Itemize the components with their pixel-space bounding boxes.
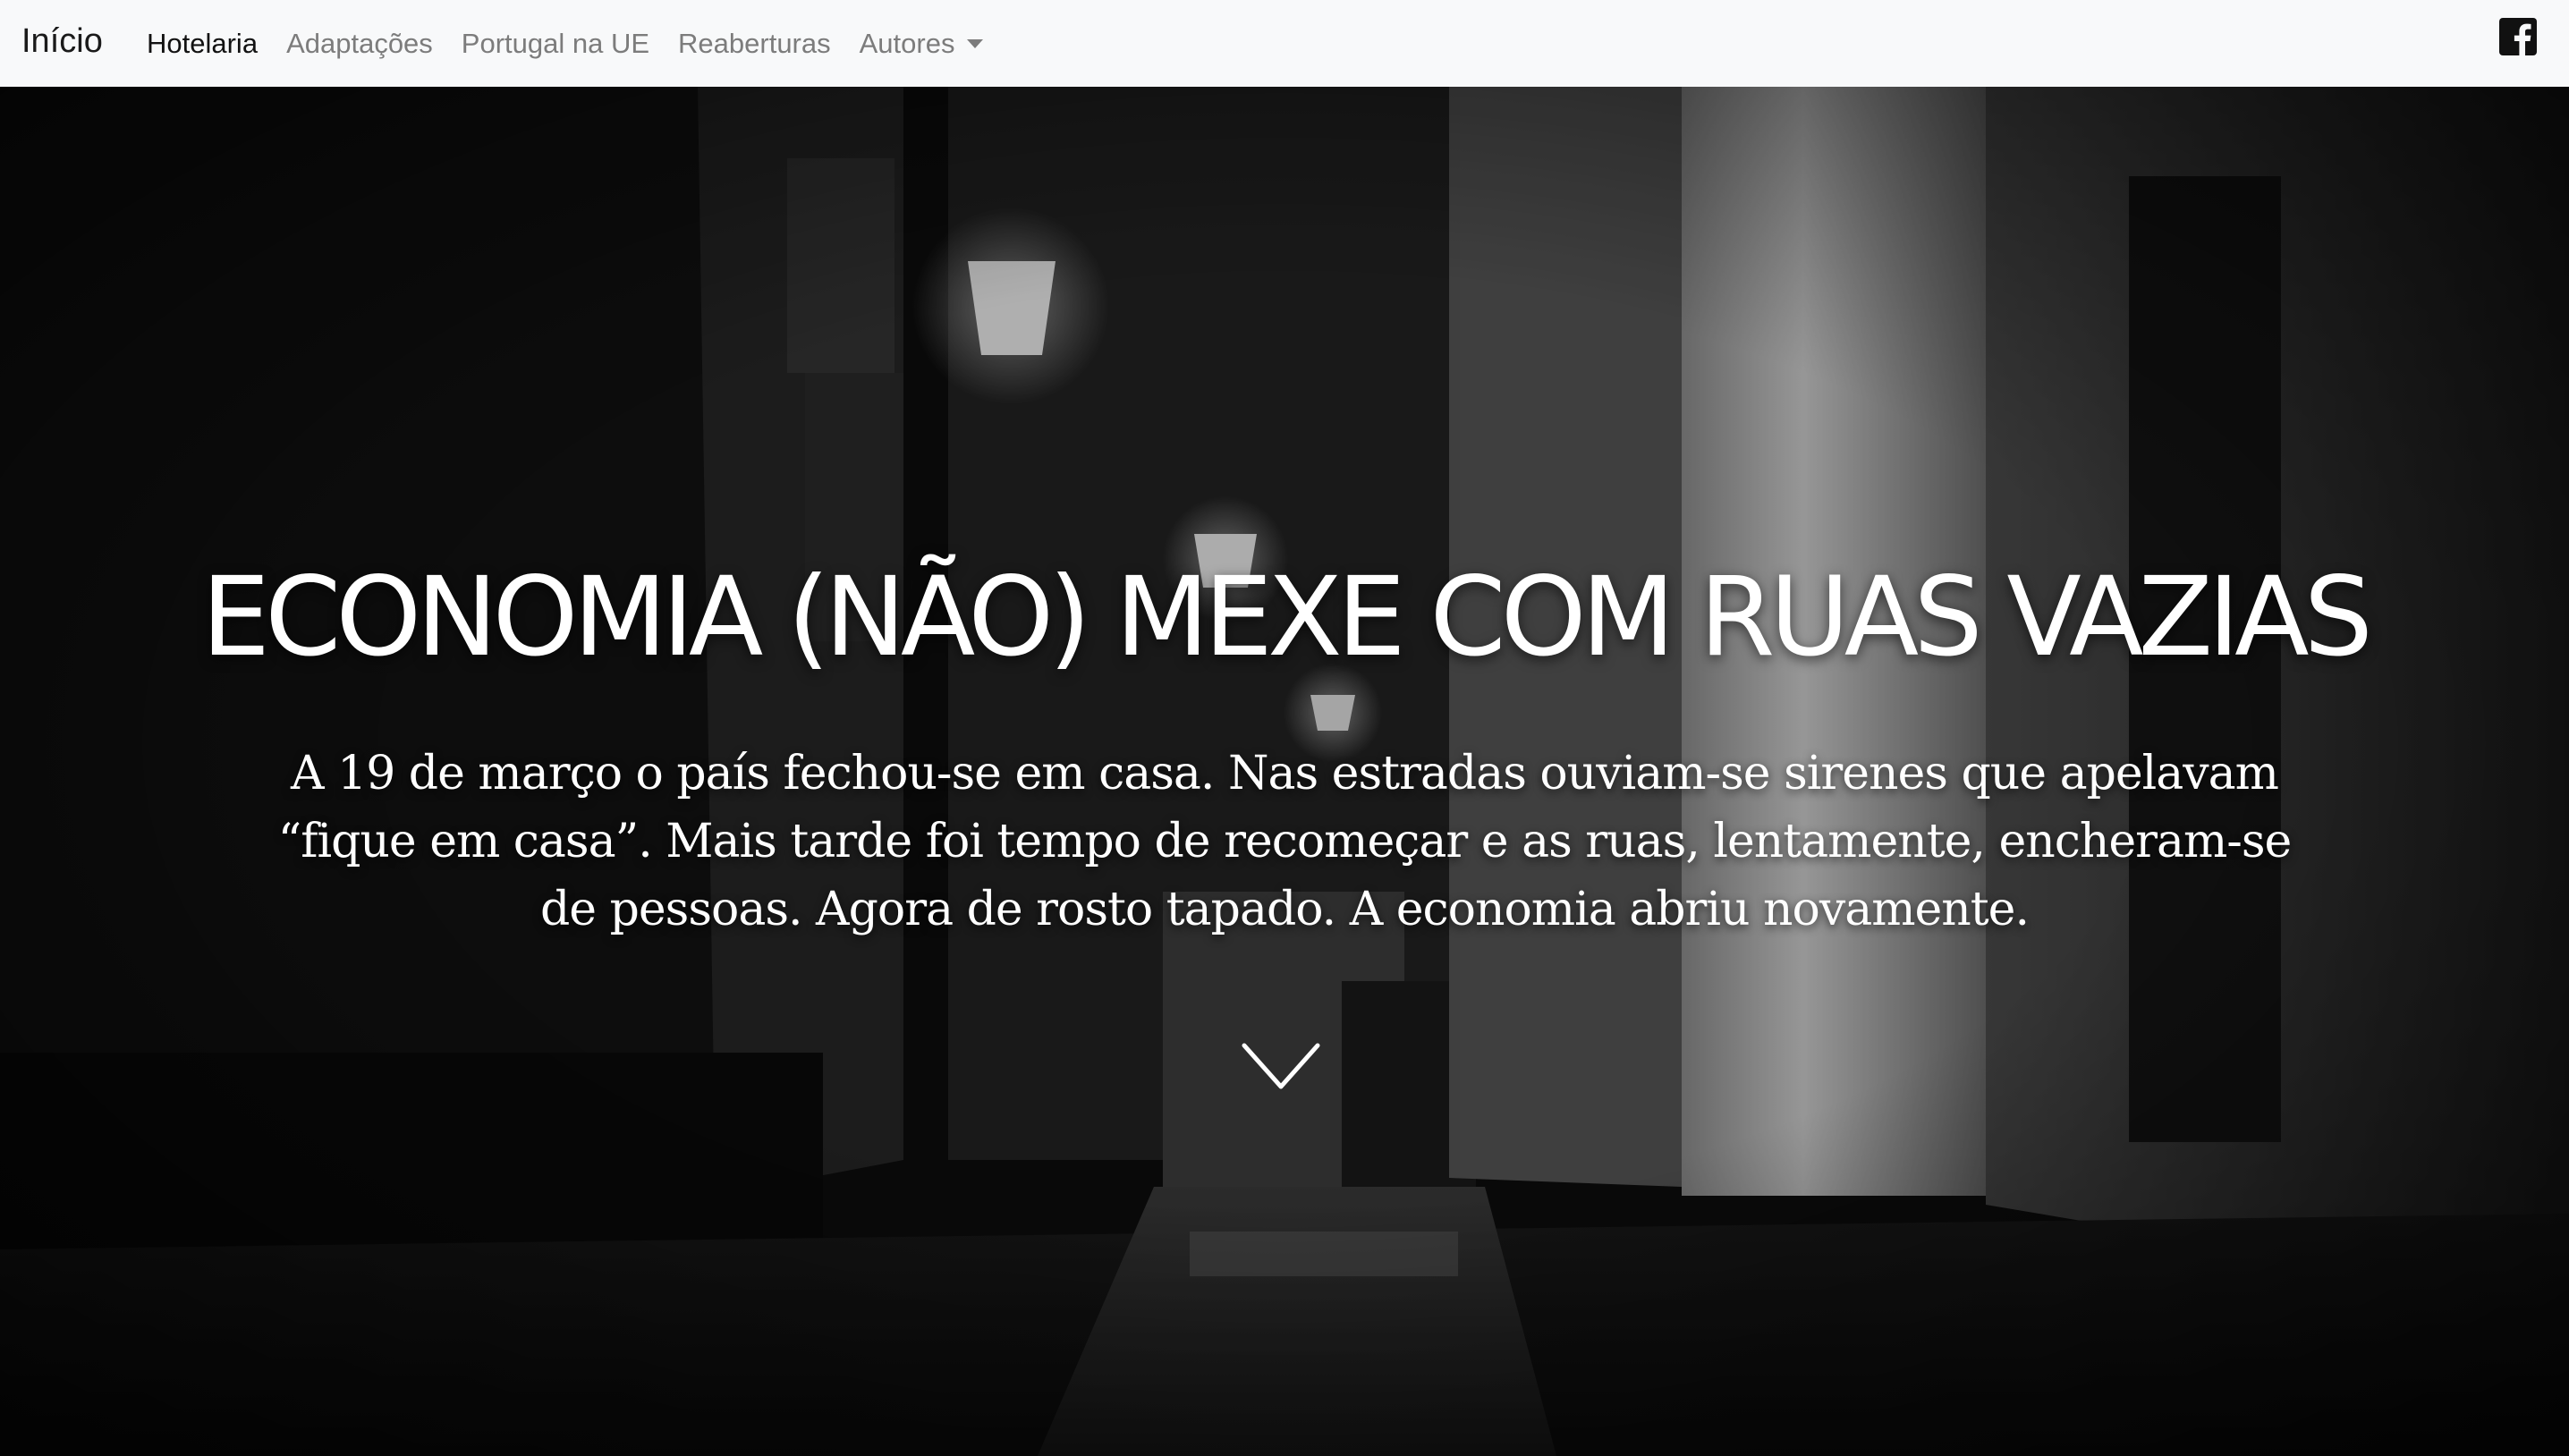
facebook-icon [2499,18,2537,56]
hero-section: ECONOMIA (NÃO) MEXE COM RUAS VAZIAS A 19… [0,87,2569,1456]
nav-link-reaberturas[interactable]: Reaberturas [664,28,845,59]
nav-item-adaptacoes: Adaptações [272,0,447,87]
nav-item-autores: Autores [845,0,998,87]
nav-item-hotelaria: Hotelaria [132,0,272,87]
nav-link-adaptacoes[interactable]: Adaptações [272,28,447,59]
nav-item-reaberturas: Reaberturas [664,0,845,87]
nav-dropdown-autores[interactable]: Autores [845,28,998,59]
nav-link-portugal-ue[interactable]: Portugal na UE [447,28,664,59]
nav-dropdown-label: Autores [859,28,955,59]
nav-menu: Hotelaria Adaptações Portugal na UE Reab… [132,0,997,87]
nav-link-hotelaria[interactable]: Hotelaria [132,28,272,59]
chevron-down-icon [1242,1043,1320,1089]
top-navbar: Início Hotelaria Adaptações Portugal na … [0,0,2569,87]
scroll-down-button[interactable] [1240,1040,1322,1094]
nav-item-portugal-ue: Portugal na UE [447,0,664,87]
caret-down-icon [967,39,984,48]
brand-link[interactable]: Início [21,16,103,67]
hero-lead-text: A 19 de março o país fechou-se em casa. … [277,747,2293,936]
facebook-link[interactable] [2499,18,2537,56]
hero-title: ECONOMIA (NÃO) MEXE COM RUAS VAZIAS [201,554,2373,681]
